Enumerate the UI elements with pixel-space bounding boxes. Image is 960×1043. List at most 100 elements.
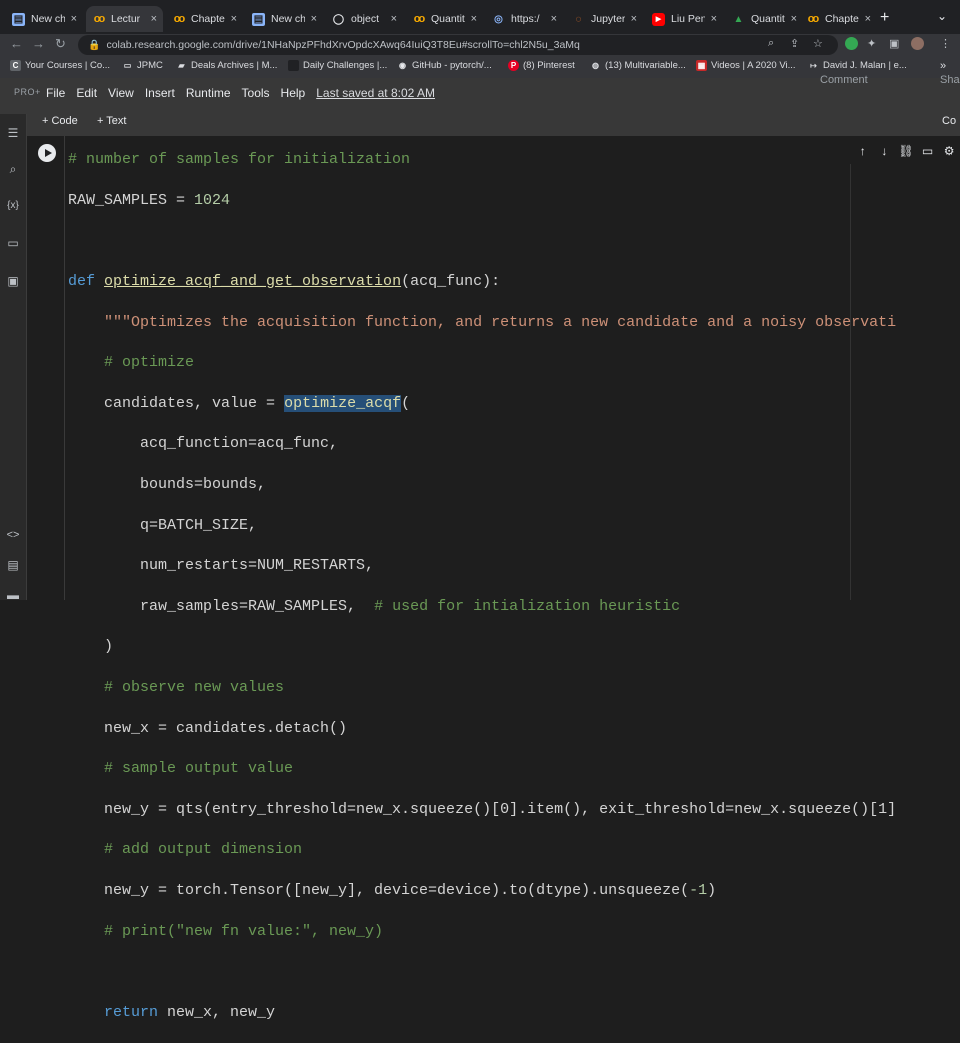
highlighted-token: optimize_acqf	[284, 394, 402, 412]
code-line: RAW_SAMPLES = 1024	[68, 191, 231, 209]
menu-insert[interactable]: Insert	[145, 86, 175, 100]
close-icon[interactable]: ×	[471, 13, 477, 25]
bookmark-item[interactable]: ▰ Deals Archives | M...	[176, 60, 277, 71]
comment-button[interactable]: Comment	[820, 74, 868, 86]
browser-tab[interactable]: ◯ object ×	[326, 6, 403, 32]
close-icon[interactable]: ×	[711, 13, 717, 25]
share-icon[interactable]: ⇪	[790, 37, 799, 50]
bookmark-item[interactable]: C Your Courses | Co...	[10, 60, 110, 71]
run-cell-button[interactable]	[38, 144, 56, 162]
address-bar[interactable]: 🔒 colab.research.google.com/drive/1NHaNp…	[78, 35, 838, 55]
bookmark-icon: ▭	[123, 61, 132, 70]
cell-gutter	[64, 136, 65, 600]
pinterest-icon: P	[508, 60, 519, 71]
drive-doc-icon: ▤	[252, 12, 265, 26]
browser-tab[interactable]: oo Chapte ×	[800, 6, 877, 32]
colab-header: PRO+ Comment Sha File Edit View Insert R…	[0, 74, 960, 136]
code-line: # sample output value	[68, 760, 294, 778]
code-snippets-icon[interactable]: <>	[4, 526, 22, 544]
browser-tab[interactable]: oo Quantit ×	[406, 6, 483, 32]
browser-tab[interactable]: ▲ Quantit ×	[726, 6, 803, 32]
tab-title: Jupyter	[591, 13, 625, 25]
code-line: # optimize	[68, 354, 195, 372]
connect-button[interactable]: Co	[942, 115, 956, 127]
extensions-puzzle-icon[interactable]: ✦	[867, 37, 876, 50]
add-code-button[interactable]: + Code	[42, 115, 78, 127]
close-icon[interactable]: ×	[791, 13, 797, 25]
table-of-contents-icon[interactable]: ☰	[4, 124, 22, 142]
last-saved-link[interactable]: Last saved at 8:02 AM	[316, 86, 435, 100]
github-icon: ◯	[332, 13, 345, 25]
code-line: new_y = qts(entry_threshold=new_x.squeez…	[68, 800, 897, 818]
close-icon[interactable]: ×	[865, 13, 871, 25]
browser-tab[interactable]: ◎ https:/ ×	[486, 6, 563, 32]
code-line: bounds=bounds,	[68, 476, 267, 494]
more-bookmarks-icon[interactable]: »	[940, 60, 946, 72]
browser-tab[interactable]: ◌ Jupyter ×	[566, 6, 643, 32]
form-icon[interactable]: ▣	[4, 272, 22, 290]
tab-title: Quantit	[751, 13, 785, 25]
browser-tab-active[interactable]: oo Lectur ×	[86, 6, 163, 32]
code-editor[interactable]: # number of samples for initialization R…	[68, 130, 896, 1043]
close-icon[interactable]: ×	[231, 13, 237, 25]
browser-tab[interactable]: ▤ New ch ×	[6, 6, 83, 32]
close-icon[interactable]: ×	[71, 13, 77, 25]
menu-help[interactable]: Help	[281, 86, 306, 100]
new-tab-button[interactable]: +	[880, 9, 889, 27]
search-icon[interactable]: ⌕	[4, 160, 22, 178]
close-icon[interactable]: ×	[551, 13, 557, 25]
colab-icon: oo	[807, 13, 819, 25]
code-line: new_y = torch.Tensor([new_y], device=dev…	[68, 881, 717, 899]
add-text-button[interactable]: + Text	[97, 115, 126, 127]
code-line: """Optimizes the acquisition function, a…	[68, 313, 897, 331]
bookmark-item[interactable]: ◍ (13) Multivariable...	[590, 60, 686, 71]
browser-tab[interactable]: ▤ New ch ×	[246, 6, 323, 32]
browser-tab[interactable]: ▶ Liu Pen ×	[646, 6, 723, 32]
bookmark-item[interactable]: ▦ Videos | A 2020 Vi...	[696, 60, 796, 71]
menu-edit[interactable]: Edit	[76, 86, 97, 100]
back-icon[interactable]: ←	[10, 36, 23, 51]
tab-title: Chapte	[825, 13, 859, 25]
drive-doc-icon: ▤	[12, 12, 25, 26]
tab-title: https:/	[511, 13, 540, 25]
close-icon[interactable]: ×	[391, 13, 397, 25]
drive-icon: ▲	[733, 13, 744, 25]
bookmark-item[interactable]: ◉ GitHub - pytorch/...	[397, 60, 492, 71]
comment-icon[interactable]: ▭	[917, 144, 939, 158]
tab-title: object	[351, 13, 380, 25]
search-icon[interactable]: ⌕	[768, 37, 774, 50]
share-button[interactable]: Sha	[940, 74, 960, 86]
settings-gear-icon[interactable]: ⚙	[938, 144, 960, 158]
menu-runtime[interactable]: Runtime	[186, 86, 231, 100]
colab-sidebar: ☰ ⌕ {x} ▭ ▣ <> ▤ ▬	[0, 114, 27, 602]
bookmark-item[interactable]: ▭ JPMC	[122, 60, 163, 71]
bookmark-icon: ↦	[810, 61, 817, 70]
bookmark-item[interactable]: ↦ David J. Malan | e...	[808, 60, 907, 71]
close-icon[interactable]: ×	[311, 13, 317, 25]
forward-icon[interactable]: →	[32, 36, 45, 51]
files-folder-icon[interactable]: ▭	[4, 234, 22, 252]
terminal-icon[interactable]: ▬	[4, 586, 22, 604]
menu-tools[interactable]: Tools	[242, 86, 270, 100]
side-panel-icon[interactable]: ▣	[889, 37, 899, 50]
url-text: colab.research.google.com/drive/1NHaNpzP…	[106, 39, 580, 51]
bookmark-star-icon[interactable]: ☆	[813, 37, 823, 50]
menu-file[interactable]: File	[46, 86, 65, 100]
close-icon[interactable]: ×	[151, 13, 157, 25]
bookmark-item[interactable]: P (8) Pinterest	[508, 60, 575, 71]
bookmarks-bar: C Your Courses | Co... ▭ JPMC ▰ Deals Archi…	[0, 56, 960, 79]
lock-icon: 🔒	[88, 39, 101, 51]
tab-title: New ch	[31, 13, 65, 25]
profile-avatar[interactable]	[911, 37, 924, 50]
extension-icon[interactable]	[845, 37, 858, 50]
close-icon[interactable]: ×	[631, 13, 637, 25]
browser-tab[interactable]: oo Chapte ×	[166, 6, 243, 32]
menu-view[interactable]: View	[108, 86, 134, 100]
tab-search-icon[interactable]: ⌄	[937, 9, 947, 23]
command-palette-icon[interactable]: ▤	[4, 556, 22, 574]
browser-menu-icon[interactable]: ⋮	[940, 37, 951, 50]
reload-icon[interactable]: ↻	[55, 36, 66, 52]
variables-icon[interactable]: {x}	[4, 196, 22, 214]
bookmark-item[interactable]: Daily Challenges |...	[288, 60, 387, 71]
link-icon[interactable]: ⛓	[895, 144, 917, 158]
